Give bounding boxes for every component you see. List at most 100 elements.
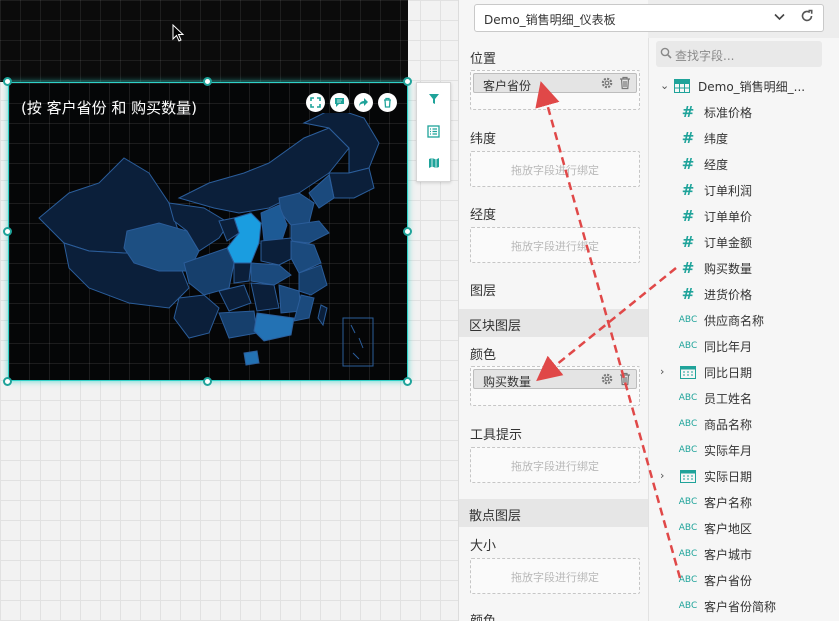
field-type-icon-wrap: ABC — [678, 571, 698, 589]
chevron-right-icon[interactable]: › — [660, 365, 664, 378]
field-search-input[interactable]: 查找字段... — [656, 41, 822, 67]
text-field-icon: ABC — [678, 445, 698, 455]
fullscreen-button[interactable] — [306, 93, 325, 112]
field-item[interactable]: › 同比日期 — [660, 359, 839, 385]
field-item-label: 同比日期 — [704, 366, 753, 380]
map-icon — [428, 158, 439, 168]
drop-placeholder: 拖放字段进行绑定 — [511, 240, 599, 253]
field-tree-root-label: Demo_销售明细_... — [698, 80, 806, 94]
map-region — [218, 310, 258, 339]
size-drop-zone[interactable]: 拖放字段进行绑定 — [470, 558, 640, 594]
map-region — [173, 294, 220, 339]
refresh-icon[interactable] — [800, 9, 814, 23]
field-type-icon-wrap: # — [678, 285, 698, 303]
field-item[interactable]: ABC 员工姓名 — [660, 385, 839, 411]
section-label-longitude: 经度 — [470, 208, 497, 223]
text-field-icon: ABC — [678, 419, 698, 429]
region-layer-header[interactable]: 区块图层 — [459, 309, 648, 337]
field-item[interactable]: # 经度 — [660, 151, 839, 177]
field-item-label: 实际年月 — [704, 444, 753, 458]
map-widget[interactable]: (按 客户省份 和 购买数量) — [8, 82, 408, 381]
field-type-icon-wrap: ABC — [678, 337, 698, 355]
longitude-drop-zone[interactable]: 拖放字段进行绑定 — [470, 227, 640, 263]
region-layer-label: 区块图层 — [469, 319, 522, 334]
field-item-label: 客户城市 — [704, 548, 753, 562]
gear-icon[interactable] — [600, 372, 614, 386]
field-item[interactable]: ABC 供应商名称 — [660, 307, 839, 333]
resize-handle-bottom-left[interactable] — [3, 377, 12, 386]
resize-handle-right[interactable] — [403, 227, 412, 236]
field-item[interactable]: # 纬度 — [660, 125, 839, 151]
gear-icon[interactable] — [600, 76, 614, 90]
field-type-icon-wrap: ABC — [678, 311, 698, 329]
numeric-field-icon: # — [681, 103, 695, 121]
dataset-select[interactable]: Demo_销售明细_仪表板 — [474, 4, 824, 32]
bound-field-color[interactable]: 购买数量 — [473, 369, 637, 389]
field-item[interactable]: ABC 客户城市 — [660, 541, 839, 567]
text-field-icon: ABC — [678, 497, 698, 507]
field-item[interactable]: # 购买数量 — [660, 255, 839, 281]
dashboard-canvas[interactable]: (按 客户省份 和 购买数量) — [0, 0, 458, 621]
resize-handle-top-right[interactable] — [403, 77, 412, 86]
field-item[interactable]: # 订单金额 — [660, 229, 839, 255]
filter-button[interactable] — [417, 83, 450, 115]
field-type-icon-wrap — [678, 363, 698, 381]
chevron-down-icon — [774, 13, 785, 21]
bound-field-position[interactable]: 客户省份 — [473, 73, 637, 93]
bound-field-label: 购买数量 — [483, 375, 532, 389]
field-item[interactable]: # 订单单价 — [660, 203, 839, 229]
tooltip-drop-zone[interactable]: 拖放字段进行绑定 — [470, 447, 640, 483]
field-type-icon-wrap: ABC — [678, 441, 698, 459]
field-item[interactable]: ABC 客户名称 — [660, 489, 839, 515]
latitude-drop-zone[interactable]: 拖放字段进行绑定 — [470, 151, 640, 187]
resize-handle-bottom[interactable] — [203, 377, 212, 386]
section-label-latitude: 纬度 — [470, 132, 497, 147]
section-label-color-2: 颜色 — [470, 610, 496, 621]
field-item[interactable]: # 订单利润 — [660, 177, 839, 203]
field-item[interactable]: ABC 实际年月 — [660, 437, 839, 463]
field-type-icon-wrap: ABC — [678, 597, 698, 615]
map-region — [290, 220, 330, 244]
field-type-icon-wrap: # — [678, 103, 698, 121]
field-item-label: 纬度 — [704, 132, 729, 146]
comment-button[interactable] — [330, 93, 349, 112]
field-item[interactable]: ABC 客户地区 — [660, 515, 839, 541]
field-type-icon-wrap: ABC — [678, 545, 698, 563]
chevron-down-icon[interactable]: ⌄ — [660, 79, 669, 92]
field-item[interactable]: ABC 同比年月 — [660, 333, 839, 359]
properties-button[interactable] — [417, 115, 450, 147]
trash-icon[interactable] — [619, 372, 631, 386]
field-item[interactable]: # 进货价格 — [660, 281, 839, 307]
numeric-field-icon: # — [681, 233, 695, 251]
resize-handle-bottom-right[interactable] — [403, 377, 412, 386]
field-tree-root[interactable]: ⌄ Demo_销售明细_... — [660, 73, 839, 99]
chevron-right-icon[interactable]: › — [660, 469, 664, 482]
widget-actions — [306, 93, 397, 112]
delete-widget-button[interactable] — [378, 93, 397, 112]
field-item[interactable]: # 标准价格 — [660, 99, 839, 125]
map-settings-button[interactable] — [417, 147, 450, 179]
field-item[interactable]: ABC 客户省份 — [660, 567, 839, 593]
field-type-icon-wrap: # — [678, 129, 698, 147]
field-item[interactable]: › 实际日期 — [660, 463, 839, 489]
scatter-layer-header[interactable]: 散点图层 — [459, 499, 648, 527]
share-button[interactable] — [354, 93, 373, 112]
resize-handle-top-left[interactable] — [3, 77, 12, 86]
calendar-icon — [680, 470, 696, 483]
section-label-size: 大小 — [470, 539, 497, 554]
china-region-map[interactable] — [29, 113, 399, 373]
dark-background-widget[interactable] — [0, 0, 408, 82]
resize-handle-top[interactable] — [203, 77, 212, 86]
field-type-icon-wrap: ABC — [678, 415, 698, 433]
trash-icon[interactable] — [619, 76, 631, 90]
table-icon — [674, 79, 690, 93]
mouse-cursor-icon — [172, 24, 185, 42]
bound-field-label: 客户省份 — [483, 79, 532, 93]
position-drop-zone[interactable]: 客户省份 — [470, 70, 640, 110]
field-item[interactable]: ABC 商品名称 — [660, 411, 839, 437]
section-label-color: 颜色 — [470, 348, 497, 363]
color-drop-zone[interactable]: 购买数量 — [470, 366, 640, 406]
resize-handle-left[interactable] — [3, 227, 12, 236]
field-item-label: 订单金额 — [704, 236, 753, 250]
field-item[interactable]: ABC 客户省份简称 — [660, 593, 839, 619]
